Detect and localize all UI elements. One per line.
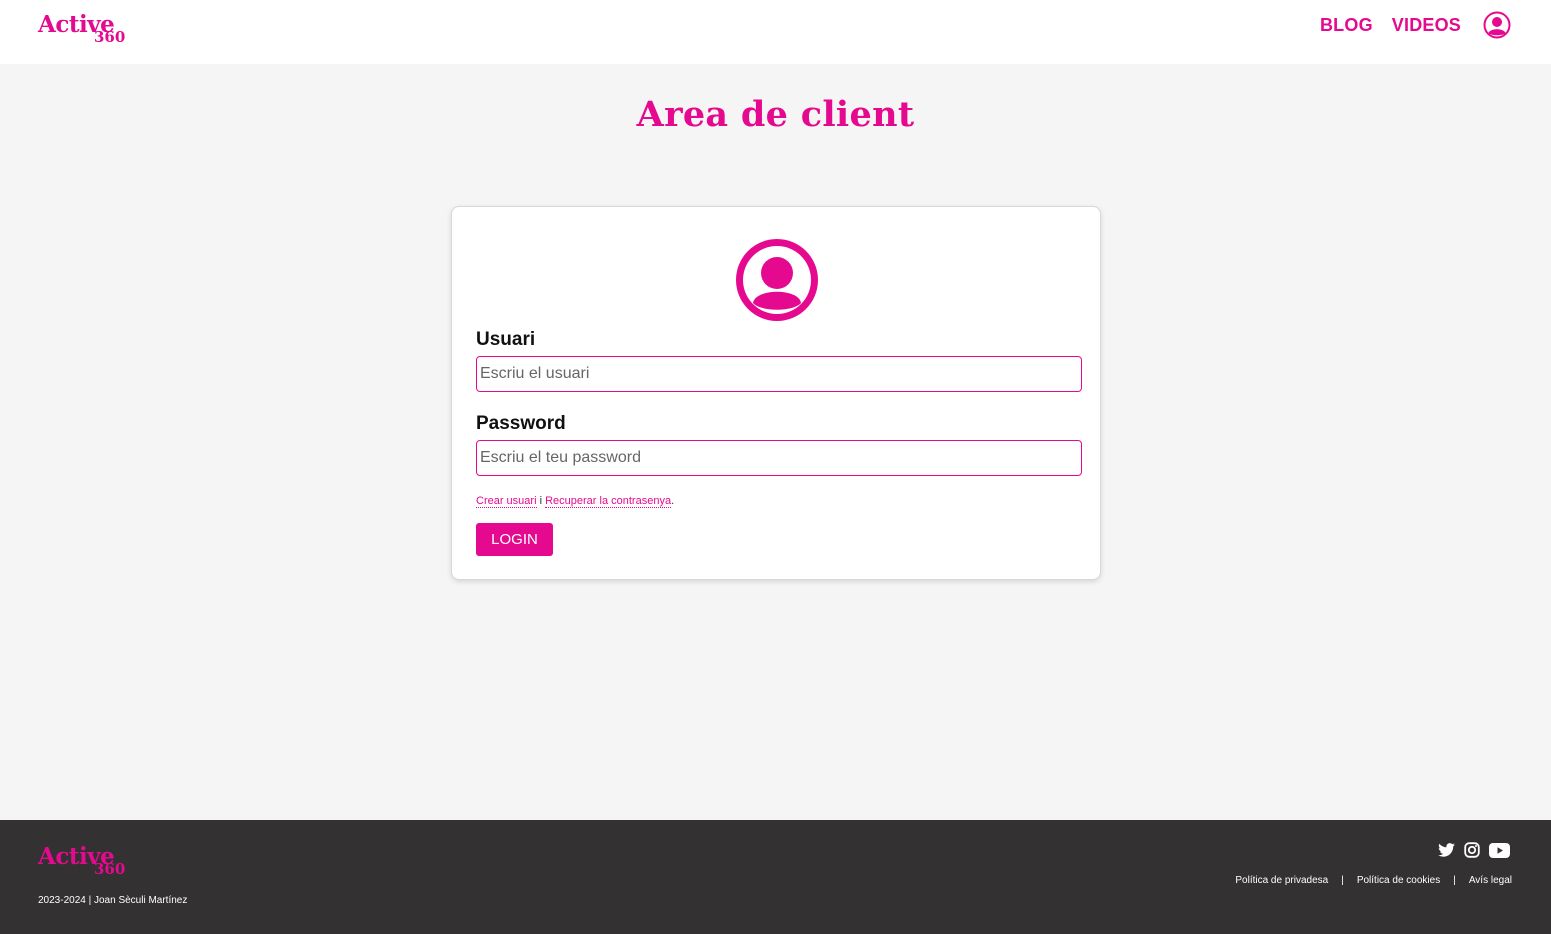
legal-separator: | (1341, 875, 1344, 886)
legal-notice-link[interactable]: Avís legal (1469, 875, 1512, 886)
create-user-link[interactable]: Crear usuari (476, 495, 537, 508)
main-nav: BLOG VIDEOS (1320, 10, 1511, 40)
social-links (1429, 842, 1510, 863)
nav-videos-link[interactable]: VIDEOS (1392, 15, 1461, 36)
username-input[interactable] (476, 356, 1082, 392)
links-period: . (671, 495, 675, 507)
header-logo[interactable]: Active 360 (38, 13, 138, 51)
legal-separator: | (1453, 875, 1456, 886)
login-button[interactable]: LOGIN (476, 523, 553, 556)
password-label: Password (476, 413, 566, 434)
footer-logo[interactable]: Active 360 (38, 845, 138, 883)
recover-password-link[interactable]: Recuperar la contrasenya (545, 495, 672, 508)
nav-blog-link[interactable]: BLOG (1320, 15, 1373, 36)
user-avatar-icon (735, 238, 819, 322)
site-header: Active 360 BLOG VIDEOS (0, 0, 1551, 64)
site-footer: Active 360 2023-2024 | Joan Sèculi Martí… (0, 820, 1551, 934)
user-circle-icon[interactable] (1483, 11, 1511, 39)
username-label: Usuari (476, 329, 536, 350)
privacy-policy-link[interactable]: Política de privadesa (1235, 875, 1328, 886)
password-input[interactable] (476, 440, 1082, 476)
youtube-icon[interactable] (1489, 842, 1510, 863)
account-links: Crear usuari i Recuperar la contrasenya. (476, 495, 675, 508)
copyright-text: 2023-2024 | Joan Sèculi Martínez (38, 895, 188, 906)
footer-logo-number: 360 (94, 860, 126, 878)
instagram-icon[interactable] (1464, 842, 1480, 863)
links-connector: i (539, 495, 543, 507)
cookie-policy-link[interactable]: Política de cookies (1357, 875, 1440, 886)
legal-links: Política de privadesa | Política de cook… (1235, 875, 1512, 886)
logo-number: 360 (94, 28, 126, 46)
page-title: Area de client (636, 94, 915, 135)
login-card: Usuari Password Crear usuari i Recuperar… (451, 206, 1101, 580)
twitter-icon[interactable] (1438, 843, 1455, 862)
